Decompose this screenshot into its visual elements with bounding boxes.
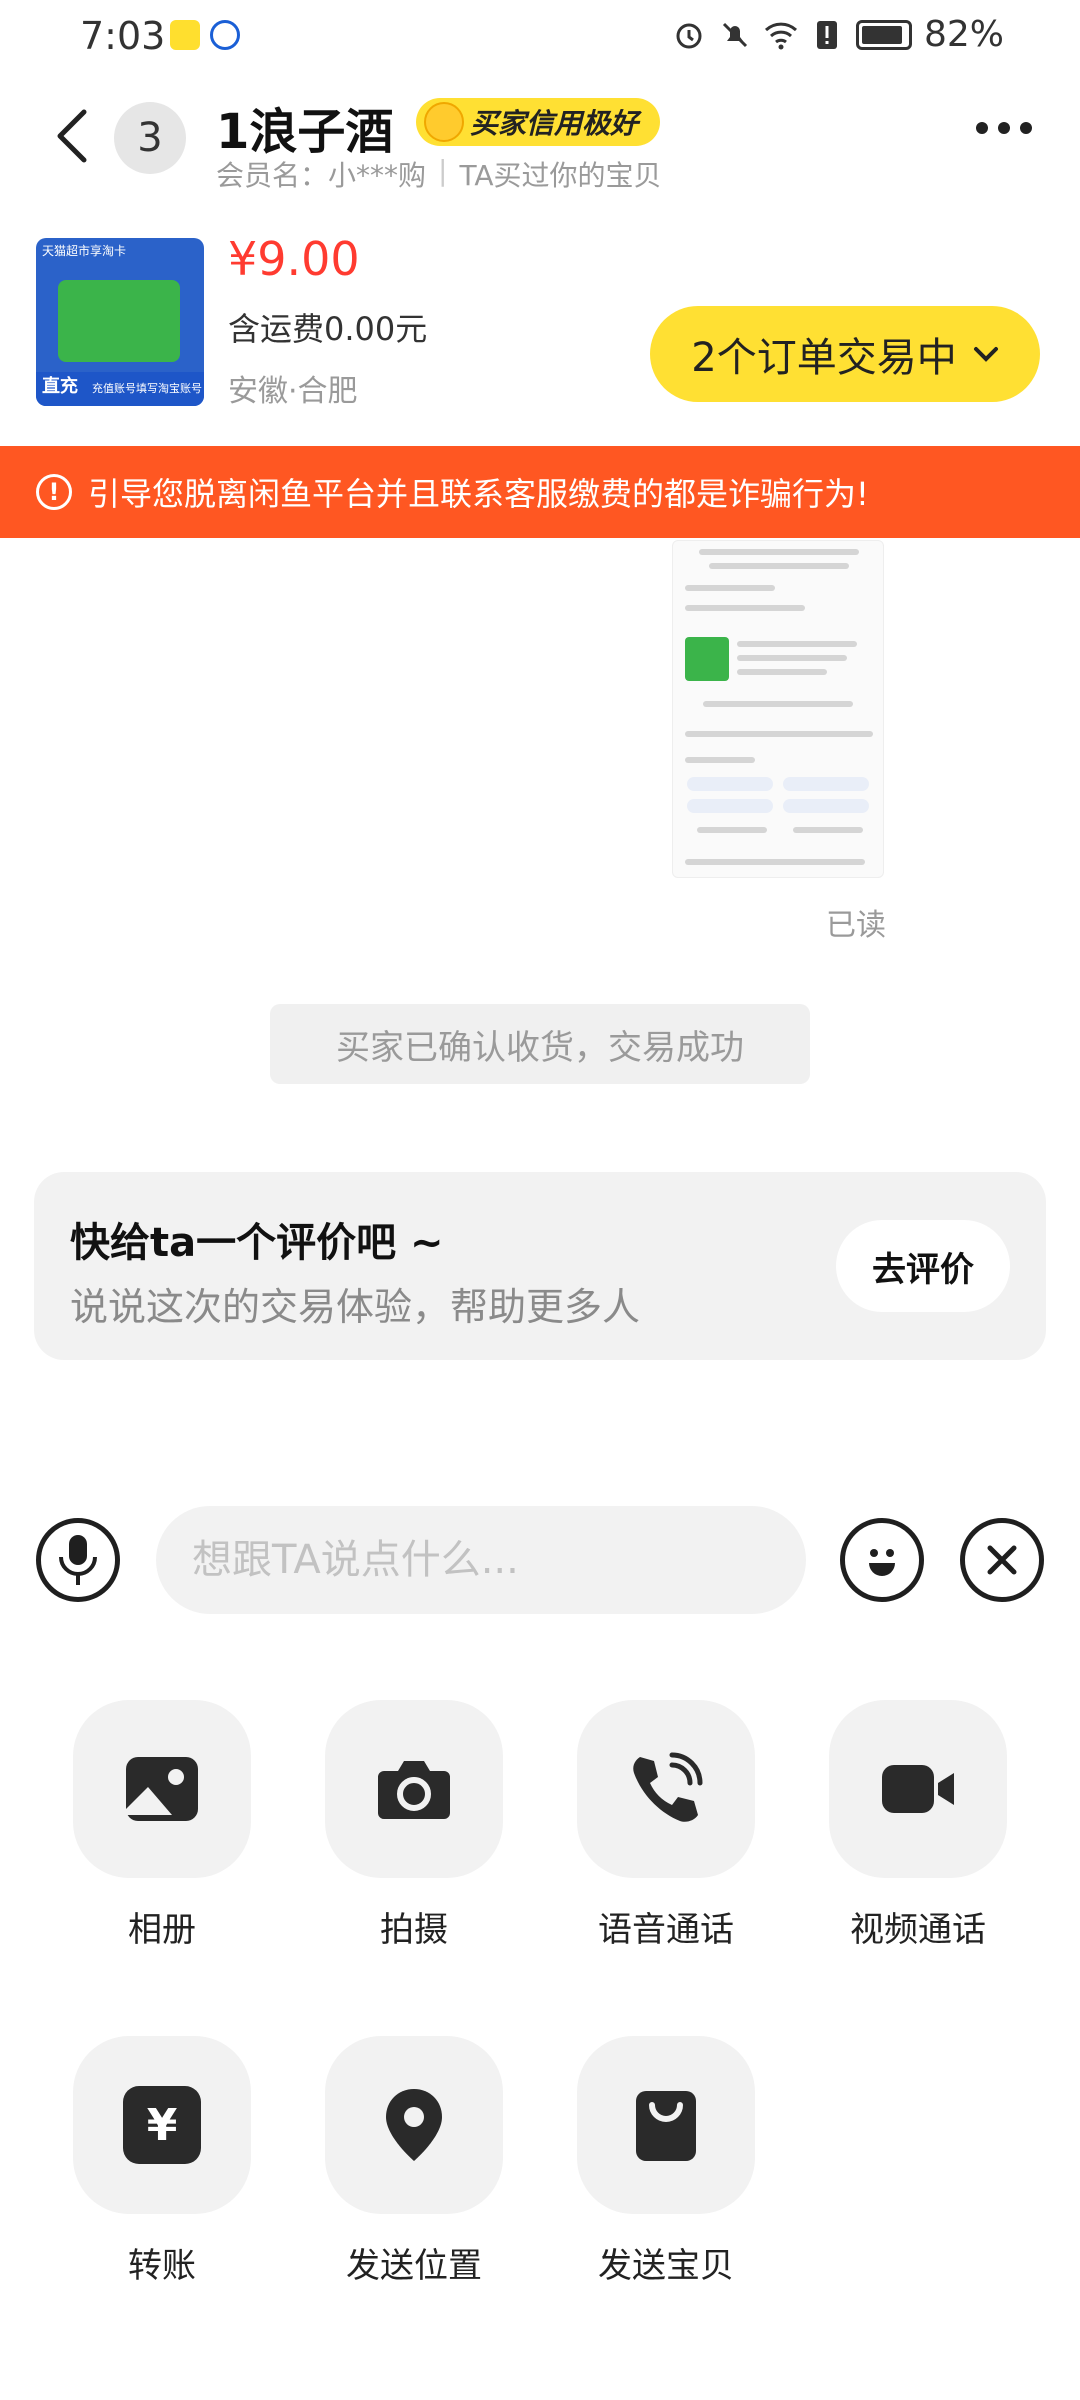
more-options-icon[interactable]: [976, 122, 1032, 134]
product-card[interactable]: 天猫超市享淘卡 直充 充值账号填写淘宝账号 ¥9.00 含运费0.00元 安徽·…: [0, 226, 1080, 416]
product-thumbnail[interactable]: 天猫超市享淘卡 直充 充值账号填写淘宝账号: [36, 238, 204, 406]
unread-count-badge[interactable]: 3: [114, 102, 186, 174]
thumb-note: 充值账号填写淘宝账号: [92, 382, 202, 395]
back-arrow-icon[interactable]: [50, 106, 94, 166]
product-price: ¥9.00: [228, 232, 360, 286]
tool-label: 语音通话: [598, 1910, 734, 1950]
microphone-icon[interactable]: [36, 1518, 120, 1602]
tool-send-location[interactable]: 发送位置: [324, 2036, 504, 2287]
review-title: 快给ta一个评价吧 ~: [70, 1220, 444, 1266]
go-review-button[interactable]: 去评价: [836, 1220, 1010, 1312]
thumb-badge: 直充: [42, 376, 78, 397]
chevron-down-icon: [973, 347, 998, 362]
thumb-title: 天猫超市享淘卡: [42, 244, 127, 258]
credit-badge: 买家信用极好: [416, 98, 661, 146]
tool-send-item[interactable]: 发送宝贝: [576, 2036, 756, 2287]
location-icon: [386, 2089, 442, 2161]
wifi-icon: [764, 18, 798, 52]
warning-text: 引导您脱离闲鱼平台并且联系客服缴费的都是诈骗行为!: [88, 475, 869, 513]
bag-icon: [636, 2091, 696, 2161]
tool-label: 拍摄: [380, 1910, 448, 1950]
heart-eyes-emoji-icon: [424, 102, 464, 142]
fraud-warning-banner: ! 引导您脱离闲鱼平台并且联系客服缴费的都是诈骗行为!: [0, 446, 1080, 538]
status-time: 7:03: [80, 14, 166, 58]
orders-in-progress-button[interactable]: 2个订单交易中: [650, 306, 1040, 402]
camera-icon: [378, 1761, 450, 1819]
message-input[interactable]: [156, 1506, 806, 1614]
album-icon: [126, 1757, 198, 1821]
alarm-icon: [672, 18, 706, 52]
message-input-bar: [0, 1500, 1080, 1620]
chat-image-message[interactable]: [672, 540, 884, 878]
member-note: TA买过你的宝贝: [459, 159, 662, 192]
member-label: 会员名：小***购: [216, 159, 427, 192]
status-bar: 7:03 82%: [0, 0, 1080, 72]
close-panel-icon[interactable]: [960, 1518, 1044, 1602]
chat-header: 3 1浪子酒 买家信用极好 会员名：小***购 | TA买过你的宝贝: [0, 84, 1080, 194]
member-info: 会员名：小***购 | TA买过你的宝贝: [216, 154, 662, 192]
seller-name[interactable]: 1浪子酒: [216, 92, 393, 162]
credit-badge-label: 买家信用极好: [470, 107, 639, 140]
phone-icon: [633, 1752, 703, 1822]
yuan-icon: ¥: [123, 2086, 201, 2164]
battery-percent: 82%: [923, 14, 1004, 55]
tool-label: 相册: [128, 1910, 196, 1950]
mute-bell-icon: [718, 18, 752, 52]
notification-app-icon-2: [210, 20, 240, 50]
review-subtitle: 说说这次的交易体验，帮助更多人: [70, 1285, 641, 1329]
tool-label: 发送位置: [346, 2246, 482, 2286]
gift-card-image: [58, 280, 180, 362]
emoji-icon[interactable]: [840, 1518, 924, 1602]
tool-camera[interactable]: 拍摄: [324, 1700, 504, 1951]
read-status: 已读: [826, 908, 886, 943]
video-icon: [882, 1765, 954, 1813]
tool-voice-call[interactable]: 语音通话: [576, 1700, 756, 1951]
notification-app-icon: [170, 20, 200, 50]
tool-label: 视频通话: [850, 1910, 986, 1950]
system-message: 买家已确认收货，交易成功: [270, 1004, 810, 1084]
exclamation-icon: !: [36, 474, 72, 510]
tool-label: 发送宝贝: [598, 2246, 734, 2286]
sim-alert-icon: [810, 18, 844, 52]
tool-video-call[interactable]: 视频通话: [828, 1700, 1008, 1951]
tool-album[interactable]: 相册: [72, 1700, 252, 1951]
tool-transfer[interactable]: ¥ 转账: [72, 2036, 252, 2287]
battery-icon: [855, 19, 912, 50]
product-location: 安徽·合肥: [228, 374, 358, 409]
status-icons: 82%: [672, 14, 1004, 55]
shipping-fee: 含运费0.00元: [228, 310, 428, 348]
review-prompt-card: 快给ta一个评价吧 ~ 说说这次的交易体验，帮助更多人 去评价: [34, 1172, 1046, 1360]
tool-label: 转账: [128, 2246, 196, 2286]
